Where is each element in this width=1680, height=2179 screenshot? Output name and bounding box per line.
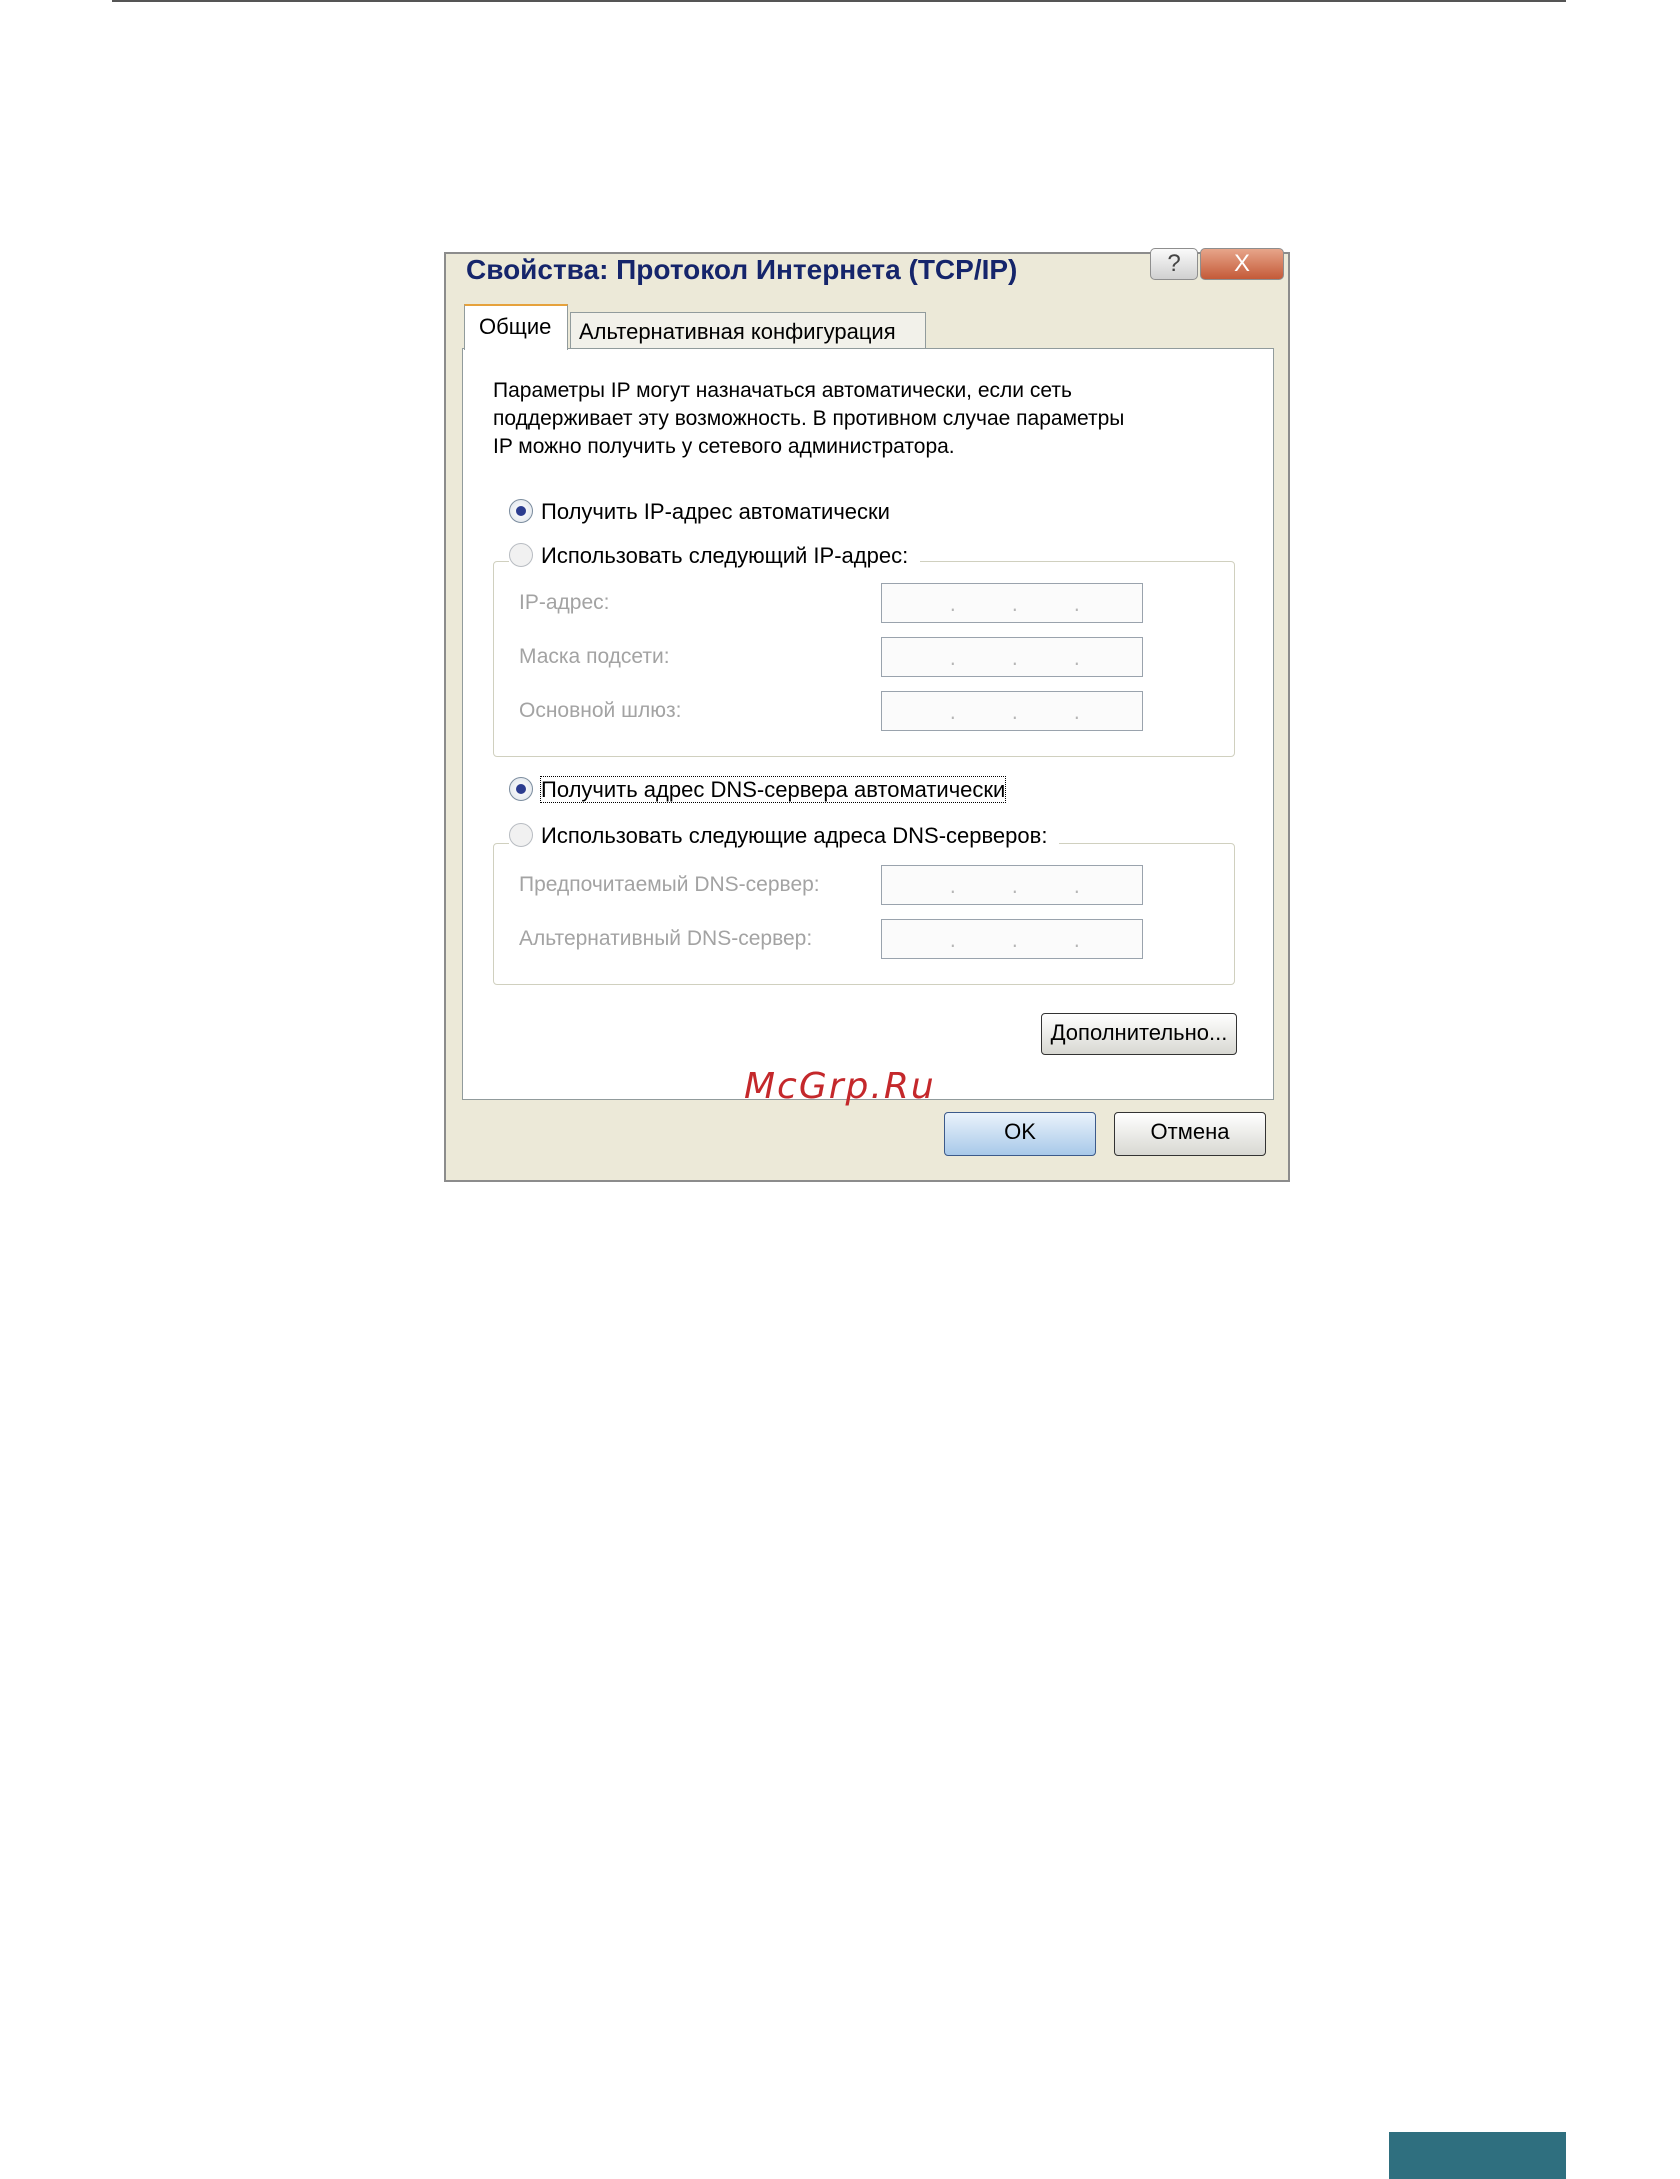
tcpip-properties-dialog: Свойства: Протокол Интернета (TCP/IP) ? … [444,248,1290,1182]
radio-ip-auto-indicator[interactable] [509,499,533,523]
preferred-dns-input[interactable]: ... [881,865,1143,905]
radio-dns-manual-indicator[interactable] [509,823,533,847]
radio-dns-auto-indicator[interactable] [509,777,533,801]
page-footer-bar [1389,2132,1566,2179]
tab-general[interactable]: Общие [464,304,568,350]
radio-dns-manual-label: Использовать следующие адреса DNS-сервер… [541,823,1048,848]
radio-ip-manual-label: Использовать следующий IP-адрес: [541,543,909,568]
page-top-rule [112,0,1566,2]
radio-dns-manual[interactable]: Использовать следующие адреса DNS-сервер… [509,823,1060,849]
subnet-mask-label: Маска подсети: [519,645,670,668]
alternate-dns-label: Альтернативный DNS-сервер: [519,927,813,950]
intro-line: поддерживает эту возможность. В противно… [493,407,1125,430]
radio-ip-auto-label: Получить IP-адрес автоматически [541,499,890,524]
intro-line: Параметры IP могут назначаться автоматич… [493,379,1072,402]
advanced-button[interactable]: Дополнительно... [1041,1013,1237,1055]
radio-dns-auto[interactable]: Получить адрес DNS-сервера автоматически [509,776,1007,803]
general-tab-panel: Параметры IP могут назначаться автоматич… [462,348,1274,1100]
alternate-dns-input[interactable]: ... [881,919,1143,959]
radio-dns-auto-label: Получить адрес DNS-сервера автоматически [539,776,1007,803]
ok-button[interactable]: OK [944,1112,1096,1156]
ip-address-label: IP-адрес: [519,591,610,614]
help-button[interactable]: ? [1150,248,1198,280]
default-gateway-input[interactable]: ... [881,691,1143,731]
tab-alternate-config[interactable]: Альтернативная конфигурация [570,312,926,350]
radio-ip-manual-indicator[interactable] [509,543,533,567]
radio-ip-manual[interactable]: Использовать следующий IP-адрес: [509,543,921,569]
default-gateway-label: Основной шлюз: [519,699,682,722]
cancel-button[interactable]: Отмена [1114,1112,1266,1156]
watermark-text: McGrp.Ru [744,1066,936,1107]
preferred-dns-label: Предпочитаемый DNS-сервер: [519,873,820,896]
close-button[interactable]: X [1200,248,1284,280]
intro-line: IP можно получить у сетевого администрат… [493,435,955,458]
intro-text: Параметры IP могут назначаться автоматич… [493,377,1253,461]
radio-ip-auto[interactable]: Получить IP-адрес автоматически [509,499,890,525]
subnet-mask-input[interactable]: ... [881,637,1143,677]
dialog-title: Свойства: Протокол Интернета (TCP/IP) [466,254,1018,285]
ip-address-input[interactable]: ... [881,583,1143,623]
